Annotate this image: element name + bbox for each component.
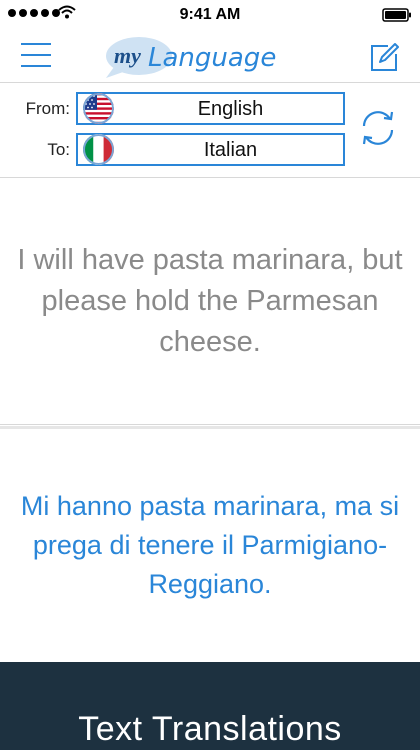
translated-text-card[interactable]: Mi hanno pasta marinara, ma si prega di … — [0, 429, 420, 662]
to-label: To: — [47, 140, 70, 159]
from-language-select[interactable]: English — [76, 92, 345, 125]
hamburger-menu-icon[interactable] — [20, 41, 52, 69]
source-text: I will have pasta marinara, but please h… — [17, 243, 403, 358]
nav-bar: my Language — [0, 30, 420, 83]
to-language-select[interactable]: Italian — [76, 133, 345, 166]
from-label: From: — [25, 99, 70, 118]
swap-icon[interactable] — [356, 106, 400, 150]
compose-icon[interactable] — [368, 40, 402, 74]
svg-text:my: my — [114, 43, 141, 68]
italy-flag-icon — [83, 134, 114, 165]
battery-icon — [382, 8, 411, 22]
status-bar: 9:41 AM — [0, 0, 420, 30]
us-flag-icon — [83, 93, 114, 124]
app-logo: my Language — [106, 37, 276, 78]
banner-title: Text Translations — [78, 710, 342, 748]
to-language-name: Italian — [203, 139, 258, 161]
svg-text:Language: Language — [148, 43, 276, 73]
from-language-name: English — [197, 98, 264, 120]
bottom-banner: Text Translations — [0, 662, 420, 750]
status-time: 9:41 AM — [179, 6, 241, 23]
source-text-card[interactable]: I will have pasta marinara, but please h… — [0, 178, 420, 425]
translated-text: Mi hanno pasta marinara, ma si prega di … — [20, 491, 400, 599]
